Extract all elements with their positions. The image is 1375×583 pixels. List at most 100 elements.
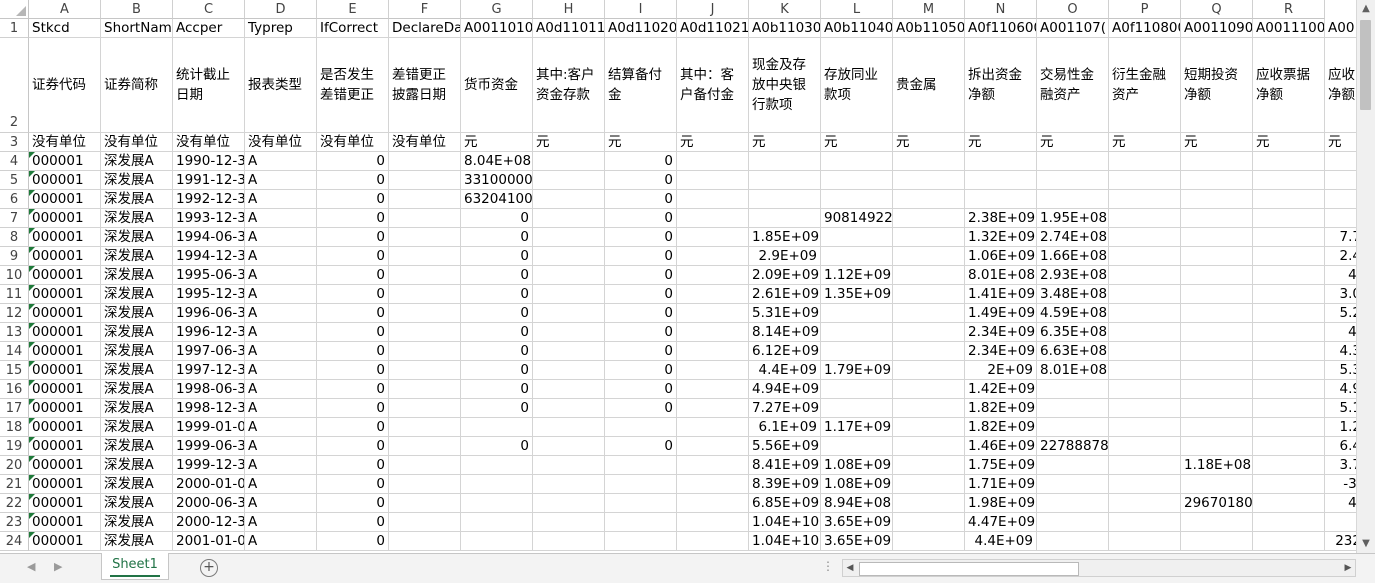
cell-q21[interactable] <box>1181 475 1253 494</box>
cell-i13[interactable]: 0 <box>605 323 677 342</box>
row-header-4[interactable]: 4 <box>0 152 29 171</box>
cell-a12[interactable]: 000001 <box>29 304 101 323</box>
cell-p13[interactable] <box>1109 323 1181 342</box>
row-header-19[interactable]: 19 <box>0 437 29 456</box>
cell-q19[interactable] <box>1181 437 1253 456</box>
cell-r19[interactable] <box>1253 437 1325 456</box>
cell-q12[interactable] <box>1181 304 1253 323</box>
cell-e10[interactable]: 0 <box>317 266 389 285</box>
cell-i21[interactable] <box>605 475 677 494</box>
cell-e6[interactable]: 0 <box>317 190 389 209</box>
cell-m17[interactable] <box>893 399 965 418</box>
cell-m16[interactable] <box>893 380 965 399</box>
cell-r12[interactable]: 5.2 <box>1325 304 1357 323</box>
cell-i8[interactable]: 0 <box>605 228 677 247</box>
cell-e1[interactable]: IfCorrect <box>317 19 389 38</box>
cell-n4[interactable] <box>965 152 1037 171</box>
column-header-r[interactable]: R <box>1253 0 1325 19</box>
cell-d23[interactable]: A <box>245 513 317 532</box>
cell-r2[interactable]: 应收净额 <box>1325 38 1357 133</box>
cell-a17[interactable]: 000001 <box>29 399 101 418</box>
cell-a14[interactable]: 000001 <box>29 342 101 361</box>
cell-k8[interactable]: 1.85E+09 <box>749 228 821 247</box>
row-header-13[interactable]: 13 <box>0 323 29 342</box>
column-header-f[interactable]: F <box>389 0 461 19</box>
cell-q20[interactable]: 1.18E+08 <box>1181 456 1253 475</box>
cell-h15[interactable] <box>533 361 605 380</box>
cell-r3[interactable]: 元 <box>1253 133 1325 152</box>
cell-r16[interactable]: 4.9 <box>1325 380 1357 399</box>
cell-h10[interactable] <box>533 266 605 285</box>
cell-a6[interactable]: 000001 <box>29 190 101 209</box>
cell-c22[interactable]: 2000-06-3 <box>173 494 245 513</box>
cell-k5[interactable] <box>749 171 821 190</box>
cell-a2[interactable]: 证券代码 <box>29 38 101 133</box>
cell-r23[interactable]: - <box>1325 513 1357 532</box>
cell-c11[interactable]: 1995-12-3 <box>173 285 245 304</box>
cell-k14[interactable]: 6.12E+09 <box>749 342 821 361</box>
cell-h6[interactable] <box>533 190 605 209</box>
cell-a9[interactable]: 000001 <box>29 247 101 266</box>
cell-a11[interactable]: 000001 <box>29 285 101 304</box>
cell-p5[interactable] <box>1109 171 1181 190</box>
cell-m24[interactable] <box>893 532 965 551</box>
cell-h22[interactable] <box>533 494 605 513</box>
cell-m23[interactable] <box>893 513 965 532</box>
cell-k21[interactable]: 8.39E+09 <box>749 475 821 494</box>
cell-o17[interactable] <box>1037 399 1109 418</box>
cell-o15[interactable]: 8.01E+08 <box>1037 361 1109 380</box>
cell-h21[interactable] <box>533 475 605 494</box>
cell-r22[interactable] <box>1253 494 1325 513</box>
row-header-23[interactable]: 23 <box>0 513 29 532</box>
cell-i18[interactable] <box>605 418 677 437</box>
cell-e2[interactable]: 是否发生差错更正 <box>317 38 389 133</box>
cell-m4[interactable] <box>893 152 965 171</box>
cell-f11[interactable] <box>389 285 461 304</box>
cell-r9[interactable] <box>1253 247 1325 266</box>
cell-n7[interactable]: 2.38E+09 <box>965 209 1037 228</box>
cell-n6[interactable] <box>965 190 1037 209</box>
cell-r10[interactable] <box>1253 266 1325 285</box>
cell-e22[interactable]: 0 <box>317 494 389 513</box>
cell-h1[interactable]: A0d11011( <box>533 19 605 38</box>
cell-l3[interactable]: 元 <box>821 133 893 152</box>
cell-p1[interactable]: A0f110800 <box>1109 19 1181 38</box>
cell-g2[interactable]: 货币资金 <box>461 38 533 133</box>
cell-j3[interactable]: 元 <box>677 133 749 152</box>
cell-c19[interactable]: 1999-06-3 <box>173 437 245 456</box>
cell-f18[interactable] <box>389 418 461 437</box>
cell-c12[interactable]: 1996-06-3 <box>173 304 245 323</box>
cell-k1[interactable]: A0b11030( <box>749 19 821 38</box>
cell-k3[interactable]: 元 <box>749 133 821 152</box>
cell-k12[interactable]: 5.31E+09 <box>749 304 821 323</box>
cell-h17[interactable] <box>533 399 605 418</box>
cell-r5[interactable] <box>1253 171 1325 190</box>
cell-d2[interactable]: 报表类型 <box>245 38 317 133</box>
cell-l22[interactable]: 8.94E+08 <box>821 494 893 513</box>
sheet-tab-sheet1[interactable]: Sheet1 <box>101 553 169 580</box>
cell-m5[interactable] <box>893 171 965 190</box>
row-header-1[interactable]: 1 <box>0 19 29 38</box>
cell-n13[interactable]: 2.34E+09 <box>965 323 1037 342</box>
cell-d5[interactable]: A <box>245 171 317 190</box>
cell-h24[interactable] <box>533 532 605 551</box>
cell-n3[interactable]: 元 <box>965 133 1037 152</box>
cell-o7[interactable]: 1.95E+08 <box>1037 209 1109 228</box>
cell-q1[interactable]: A0011090( <box>1181 19 1253 38</box>
cell-g21[interactable] <box>461 475 533 494</box>
cell-n21[interactable]: 1.71E+09 <box>965 475 1037 494</box>
cell-c2[interactable]: 统计截止日期 <box>173 38 245 133</box>
cell-m21[interactable] <box>893 475 965 494</box>
cell-e4[interactable]: 0 <box>317 152 389 171</box>
cell-q2[interactable]: 短期投资净额 <box>1181 38 1253 133</box>
cell-r1[interactable]: A0011100( <box>1253 19 1325 38</box>
cell-f21[interactable] <box>389 475 461 494</box>
cell-q22[interactable]: 29670180 <box>1181 494 1253 513</box>
cell-h2[interactable]: 其中:客户资金存款 <box>533 38 605 133</box>
cell-n11[interactable]: 1.41E+09 <box>965 285 1037 304</box>
cell-o24[interactable] <box>1037 532 1109 551</box>
cell-m6[interactable] <box>893 190 965 209</box>
horizontal-scroll-thumb[interactable] <box>859 562 1079 576</box>
cell-r14[interactable]: 4.3 <box>1325 342 1357 361</box>
cell-a18[interactable]: 000001 <box>29 418 101 437</box>
